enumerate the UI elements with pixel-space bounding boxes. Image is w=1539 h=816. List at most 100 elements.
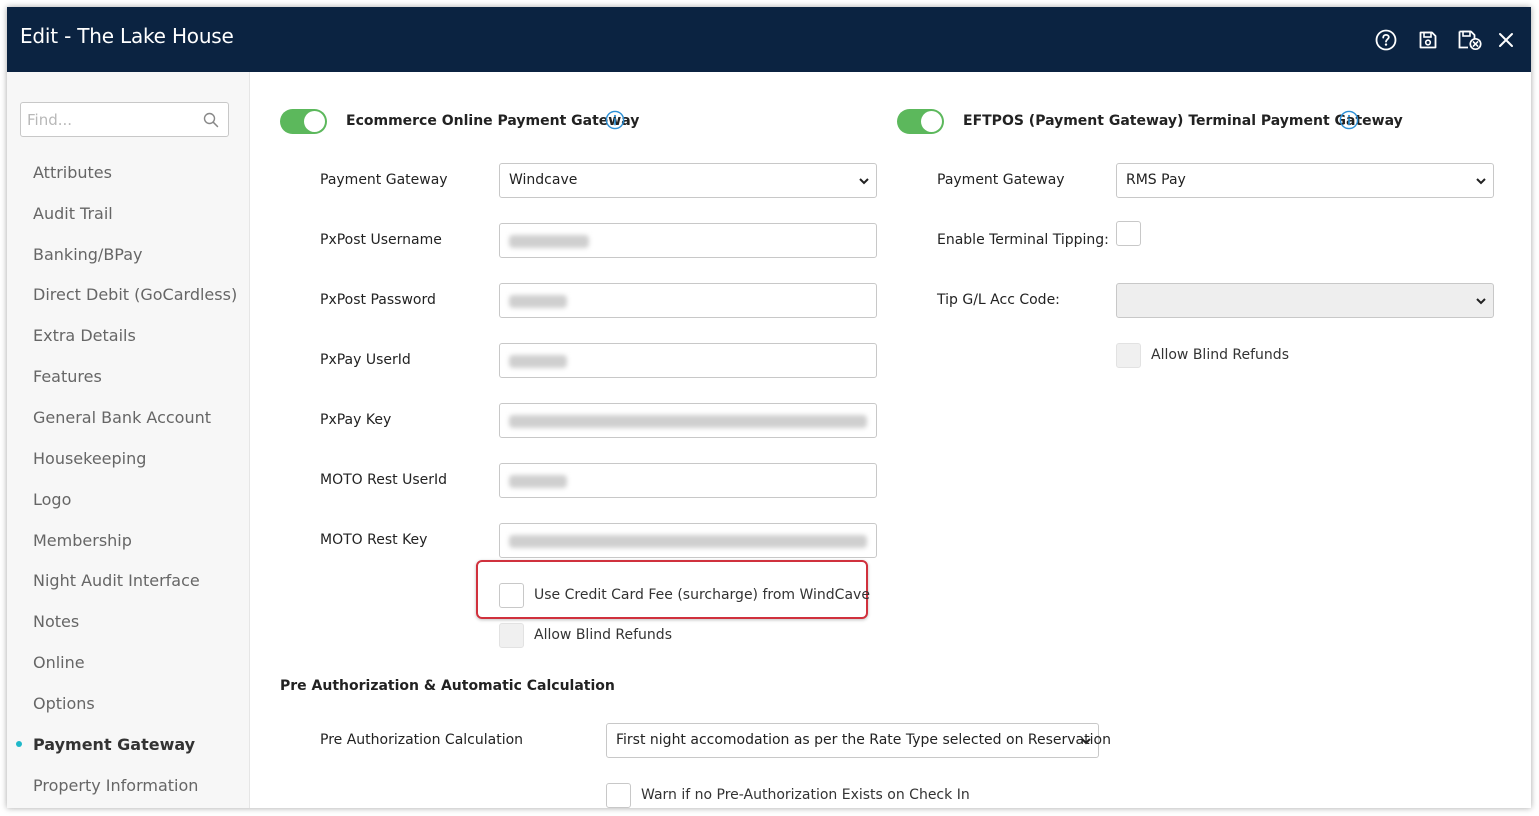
moto-rest-key-label: MOTO Rest Key (320, 532, 428, 548)
ecommerce-gateway-label: Payment Gateway (320, 172, 448, 188)
sidebar-item-features[interactable]: Features (7, 356, 250, 397)
sidebar-item-night-audit-interface[interactable]: Night Audit Interface (7, 560, 250, 601)
edit-window: Edit - The Lake House Find... Attributes… (7, 7, 1531, 808)
sidebar-item-label: Payment Gateway (33, 734, 196, 754)
sidebar-item-banking-bpay[interactable]: Banking/BPay (7, 234, 250, 275)
preauth-calculation-label: Pre Authorization Calculation (320, 732, 524, 748)
payment-gateway-panel: Ecommerce Online Payment Gateway Payment… (251, 72, 1531, 808)
preauth-section-title: Pre Authorization & Automatic Calculatio… (280, 678, 615, 694)
close-icon (1499, 33, 1513, 47)
moto-rest-userid-label: MOTO Rest UserId (320, 472, 447, 488)
eftpos-allow-blind-refunds-checkbox[interactable] (1116, 343, 1141, 368)
enable-tipping-label: Enable Terminal Tipping: (937, 232, 1109, 248)
redacted-value (509, 535, 867, 548)
sidebar: Attributes Audit Trail Banking/BPay Direct … (7, 72, 250, 808)
pxpost-password-input[interactable] (499, 283, 877, 318)
moto-rest-userid-input[interactable] (499, 463, 877, 498)
pxpost-username-input[interactable] (499, 223, 877, 258)
question-circle-icon (1375, 29, 1397, 51)
chevron-down-icon (859, 178, 869, 185)
sidebar-item-membership[interactable]: Membership (7, 520, 250, 561)
moto-rest-key-input[interactable] (499, 523, 877, 558)
pxpay-userid-label: PxPay UserId (320, 352, 411, 368)
redacted-value (509, 355, 567, 368)
close-button[interactable] (1493, 27, 1519, 53)
sidebar-item-logo[interactable]: Logo (7, 479, 250, 520)
sidebar-item-label: Direct Debit (GoCardless) (33, 285, 238, 305)
redacted-value (509, 295, 567, 308)
eftpos-allow-blind-refunds-label: Allow Blind Refunds (1151, 347, 1289, 363)
sidebar-item-label: Online (33, 653, 85, 673)
sidebar-item-label: Notes (33, 612, 80, 632)
sidebar-item-label: Membership (33, 530, 132, 550)
pxpay-key-label: PxPay Key (320, 412, 392, 428)
ecommerce-enabled-toggle[interactable] (280, 109, 327, 134)
pxpay-userid-input[interactable] (499, 343, 877, 378)
eftpos-gateway-select[interactable]: RMS Pay (1116, 163, 1494, 198)
sidebar-item-label: Banking/BPay (33, 244, 143, 264)
sidebar-item-options[interactable]: Options (7, 683, 250, 724)
window-title: Edit - The Lake House (20, 24, 234, 48)
chevron-down-icon (1081, 738, 1091, 745)
ecommerce-gateway-select[interactable]: Windcave (499, 163, 877, 198)
eftpos-gateway-label: Payment Gateway (937, 172, 1065, 188)
use-cc-fee-label: Use Credit Card Fee (surcharge) from Win… (534, 587, 870, 603)
ecommerce-section-title: Ecommerce Online Payment Gateway (346, 113, 640, 129)
save-and-close-button[interactable] (1455, 27, 1485, 53)
sidebar-item-label: Features (33, 367, 102, 387)
search-icon[interactable] (203, 112, 219, 128)
title-bar: Edit - The Lake House (7, 7, 1531, 72)
sidebar-item-property-information[interactable]: Property Information (7, 765, 250, 806)
chevron-down-icon (1476, 298, 1486, 305)
sidebar-item-direct-debit-gocardless[interactable]: Direct Debit (GoCardless) (7, 275, 250, 316)
sidebar-item-label: Logo (33, 489, 72, 509)
enable-tipping-checkbox[interactable] (1116, 221, 1141, 246)
sidebar-item-notes[interactable]: Notes (7, 601, 250, 642)
sidebar-search (20, 102, 229, 137)
help-button[interactable] (1373, 27, 1399, 53)
eftpos-gateway-value: RMS Pay (1126, 172, 1186, 188)
sidebar-item-label: General Bank Account (33, 407, 212, 427)
redacted-value (509, 475, 567, 488)
preauth-calculation-value: First night accomodation as per the Rate… (616, 732, 1111, 748)
sidebar-nav: Attributes Audit Trail Banking/BPay Direct … (7, 152, 250, 806)
ecommerce-gateway-value: Windcave (509, 172, 578, 188)
info-icon[interactable] (605, 110, 625, 130)
ecommerce-allow-blind-refunds-label: Allow Blind Refunds (534, 627, 672, 643)
save-close-icon (1458, 30, 1482, 51)
toggle-knob (304, 111, 325, 132)
warn-no-preauth-checkbox[interactable] (606, 783, 631, 808)
sidebar-item-label: Night Audit Interface (33, 571, 200, 591)
redacted-value (509, 415, 867, 428)
sidebar-item-label: Attributes (33, 162, 112, 182)
info-icon[interactable] (1339, 110, 1359, 130)
sidebar-item-label: Audit Trail (33, 203, 113, 223)
chevron-down-icon (1476, 178, 1486, 185)
sidebar-item-attributes[interactable]: Attributes (7, 152, 250, 193)
warn-no-preauth-label: Warn if no Pre-Authorization Exists on C… (641, 787, 970, 803)
sidebar-item-payment-gateway[interactable]: Payment Gateway (7, 724, 250, 765)
pxpost-password-label: PxPost Password (320, 292, 436, 308)
floppy-disk-icon (1419, 31, 1437, 49)
sidebar-item-online[interactable]: Online (7, 642, 250, 683)
sidebar-item-label: Housekeeping (33, 448, 147, 468)
preauth-calculation-select[interactable]: First night accomodation as per the Rate… (606, 723, 1111, 758)
save-button[interactable] (1415, 27, 1441, 53)
use-cc-fee-checkbox[interactable] (499, 583, 524, 608)
sidebar-item-audit-trail[interactable]: Audit Trail (7, 193, 250, 234)
active-indicator (16, 741, 22, 748)
ecommerce-allow-blind-refunds-checkbox[interactable] (499, 623, 524, 648)
sidebar-item-label: Property Information (33, 775, 199, 795)
pxpost-username-label: PxPost Username (320, 232, 442, 248)
tip-gl-code-select[interactable] (1116, 283, 1494, 318)
sidebar-item-general-bank-account[interactable]: General Bank Account (7, 397, 250, 438)
tip-gl-code-label: Tip G/L Acc Code: (937, 292, 1060, 308)
search-input[interactable] (27, 108, 197, 132)
sidebar-item-extra-details[interactable]: Extra Details (7, 315, 250, 356)
eftpos-enabled-toggle[interactable] (897, 109, 944, 134)
toggle-knob (921, 111, 942, 132)
sidebar-item-housekeeping[interactable]: Housekeeping (7, 438, 250, 479)
pxpay-key-input[interactable] (499, 403, 877, 438)
redacted-value (509, 235, 589, 248)
sidebar-item-label: Options (33, 693, 95, 713)
